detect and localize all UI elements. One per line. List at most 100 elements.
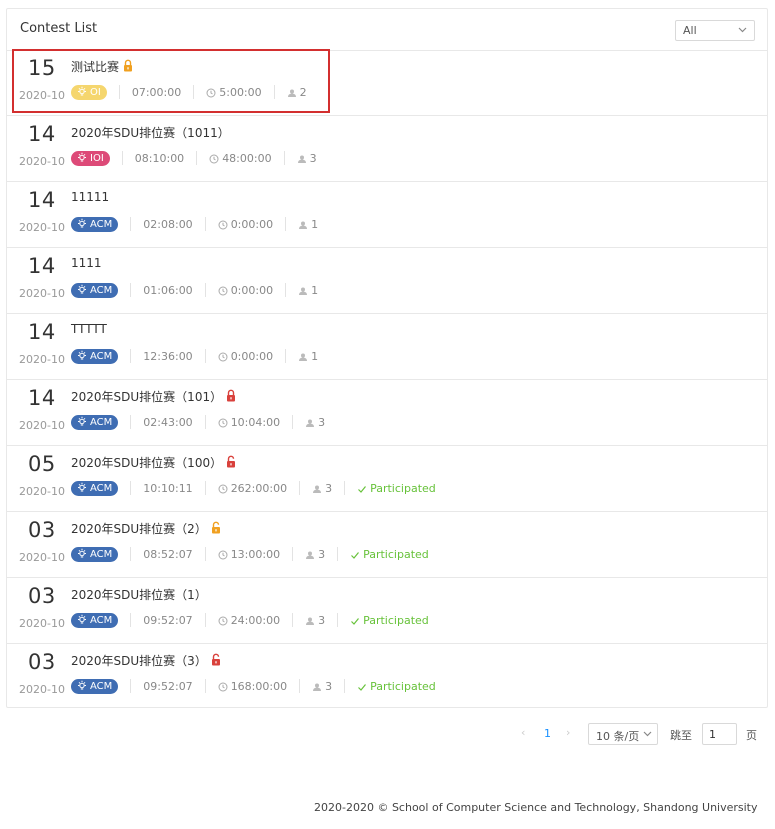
divider — [118, 85, 120, 99]
contest-start-time: 08:52:07 — [143, 547, 193, 561]
contest-day: 03 — [28, 650, 56, 674]
contest-row[interactable]: 03 2020-10 2020年SDU排位赛（1） ACM 09:52:07 24:00:… — [7, 578, 767, 644]
participant-count: 3 — [325, 481, 333, 495]
contest-type-badge: ACM — [71, 612, 119, 628]
contest-name[interactable]: 2020年SDU排位赛（2） — [71, 520, 222, 537]
bulb-icon — [77, 482, 87, 495]
divider — [121, 151, 123, 165]
contest-name[interactable]: TTTTT — [71, 322, 107, 336]
contest-name[interactable]: 2020年SDU排位赛（1011） — [71, 124, 230, 141]
contest-name-text: 2020年SDU排位赛（1） — [71, 588, 207, 602]
participant-count: 1 — [311, 217, 319, 231]
clock-icon — [218, 416, 231, 429]
divider — [130, 481, 132, 495]
contest-row[interactable]: 05 2020-10 2020年SDU排位赛（100） ACM 10:10:11 262:… — [7, 446, 767, 512]
prev-page-button[interactable]: ‹ — [521, 726, 525, 739]
divider — [299, 679, 301, 693]
contest-row[interactable]: 14 2020-10 2020年SDU排位赛（1011） IOI 08:10:00 48:… — [7, 116, 767, 182]
lock-icon — [225, 389, 237, 405]
contest-row[interactable]: 14 2020-10 TTTTT ACM 12:36:00 0:00:00 1 — [7, 314, 767, 380]
contest-list-card: Contest List All 15 2020-10 测试比赛 OI 07:00:00… — [6, 8, 768, 708]
divider — [299, 481, 301, 495]
participant-count: 1 — [311, 283, 319, 297]
participated-status: Participated — [357, 680, 436, 693]
participated-label: Participated — [363, 613, 429, 627]
divider — [130, 283, 132, 297]
contest-day: 15 — [28, 56, 56, 80]
contest-month: 2020-10 — [19, 617, 65, 630]
card-header: Contest List All — [7, 9, 767, 51]
contest-row[interactable]: 14 2020-10 1111 ACM 01:06:00 0:00:00 1 — [7, 248, 767, 314]
contest-meta: OI 07:00:00 5:00:00 2 — [71, 84, 307, 100]
contest-month: 2020-10 — [19, 155, 65, 168]
bulb-icon — [77, 350, 87, 363]
divider — [204, 415, 206, 429]
chevron-down-icon — [738, 23, 747, 40]
participated-status: Participated — [357, 482, 436, 495]
contest-type-label: OI — [90, 86, 101, 98]
people-icon — [312, 680, 325, 693]
clock-icon — [218, 680, 231, 693]
page-size-select[interactable]: 10 条/页 — [588, 723, 658, 745]
contest-duration: 0:00:00 — [230, 283, 274, 297]
contest-name[interactable]: 2020年SDU排位赛（1） — [71, 586, 207, 603]
contest-row[interactable]: 14 2020-10 11111 ACM 02:08:00 0:00:00 1 — [7, 182, 767, 248]
contest-row[interactable]: 03 2020-10 2020年SDU排位赛（2） ACM 08:52:07 13:00:… — [7, 512, 767, 578]
divider — [204, 283, 206, 297]
contest-type-label: IOI — [90, 152, 104, 164]
contest-name[interactable]: 11111 — [71, 190, 109, 204]
contest-day: 14 — [28, 188, 56, 212]
divider — [130, 547, 132, 561]
contest-duration: 0:00:00 — [230, 217, 274, 231]
clock-icon — [218, 218, 231, 231]
contest-filter-select[interactable]: All — [675, 20, 755, 41]
contest-row[interactable]: 03 2020-10 2020年SDU排位赛（3） ACM 09:52:07 168:00… — [7, 644, 767, 710]
contest-name-text: 2020年SDU排位赛（1011） — [71, 126, 230, 140]
contest-start-time: 08:10:00 — [134, 151, 185, 165]
contest-duration: 10:04:00 — [230, 415, 281, 429]
contest-meta: ACM 08:52:07 13:00:00 3 Participated — [71, 546, 429, 562]
contest-day: 03 — [28, 518, 56, 542]
contest-meta: ACM 01:06:00 0:00:00 1 — [71, 282, 318, 298]
check-icon — [357, 680, 370, 693]
divider — [337, 547, 339, 561]
clock-icon — [209, 152, 222, 165]
goto-page-input[interactable] — [702, 723, 737, 745]
contest-name[interactable]: 2020年SDU排位赛（101） — [71, 388, 237, 405]
bulb-icon — [77, 86, 87, 99]
divider — [193, 85, 195, 99]
contest-start-time: 09:52:07 — [143, 613, 193, 627]
people-icon — [305, 548, 318, 561]
contest-row[interactable]: 14 2020-10 2020年SDU排位赛（101） ACM 02:43:00 10:0… — [7, 380, 767, 446]
contest-name-text: 2020年SDU排位赛（101） — [71, 390, 223, 404]
contest-duration: 168:00:00 — [230, 679, 288, 693]
contest-row[interactable]: 15 2020-10 测试比赛 OI 07:00:00 5:00:00 2 — [7, 50, 767, 116]
contest-start-time: 07:00:00 — [131, 85, 182, 99]
participated-status: Participated — [350, 548, 429, 561]
next-page-button[interactable]: › — [566, 726, 570, 739]
contest-name[interactable]: 测试比赛 — [71, 58, 134, 75]
people-icon — [287, 86, 300, 99]
contest-day: 14 — [28, 386, 56, 410]
page-number-current[interactable]: 1 — [544, 727, 551, 740]
page-label: 页 — [746, 729, 757, 742]
divider — [273, 85, 275, 99]
page-size-value: 10 条/页 — [596, 730, 640, 743]
contest-name[interactable]: 2020年SDU排位赛（100） — [71, 454, 237, 471]
contest-meta: ACM 10:10:11 262:00:00 3 Participated — [71, 480, 436, 496]
contest-name-text: 2020年SDU排位赛（100） — [71, 456, 223, 470]
contest-type-badge: ACM — [71, 546, 119, 562]
contest-month: 2020-10 — [19, 419, 65, 432]
divider — [292, 415, 294, 429]
contest-name[interactable]: 1111 — [71, 256, 102, 270]
bulb-icon — [77, 614, 87, 627]
contest-type-badge: OI — [71, 84, 107, 100]
divider — [337, 613, 339, 627]
contest-name-text: 11111 — [71, 190, 110, 204]
check-icon — [350, 614, 363, 627]
page-title: Contest List — [20, 21, 98, 36]
contest-type-label: ACM — [90, 548, 113, 560]
contest-name[interactable]: 2020年SDU排位赛（3） — [71, 652, 222, 669]
contest-type-badge: ACM — [71, 348, 119, 364]
goto-label: 跳至 — [670, 729, 692, 742]
